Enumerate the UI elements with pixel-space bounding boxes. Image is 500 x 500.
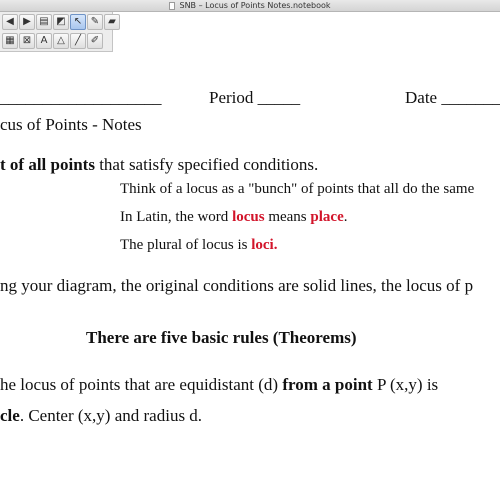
toolbar-row-1: ◀ ▶ ▤ ◩ ↖ ✎ ▰ (2, 14, 120, 30)
plural-line: The plural of locus is loci. (120, 237, 277, 254)
rule1-bold: from a point (282, 375, 373, 394)
think-line: Think of a locus as a "bunch" of points … (120, 181, 475, 197)
insert-page-button[interactable]: ▤ (36, 14, 52, 30)
rules-heading: There are five basic rules (Theorems) (86, 328, 357, 347)
period-label: Period _____ (209, 88, 301, 107)
plural-red-loci: loci. (251, 237, 278, 253)
floating-toolbar: ◀ ▶ ▤ ◩ ↖ ✎ ▰ ▦ ⊠ A △ ╱ ✐ (0, 12, 120, 52)
latin-text-2: means (264, 209, 311, 225)
page-back-icon: ◀ (6, 16, 14, 27)
shapes-icon: △ (57, 35, 65, 46)
insert-page-icon: ▤ (39, 16, 49, 27)
screen-shade-icon: ◩ (56, 16, 66, 27)
page-back-button[interactable]: ◀ (2, 14, 18, 30)
shapes-button[interactable]: △ (53, 33, 69, 49)
page-forward-button[interactable]: ▶ (19, 14, 35, 30)
rule1b-text: . Center (x,y) and radius d. (19, 406, 203, 425)
creative-pen-icon: ✐ (90, 35, 100, 46)
definition-bold-text: of all points (5, 155, 95, 174)
eraser-button[interactable]: ▰ (104, 14, 120, 30)
rule1-continuation: cle. Center (x,y) and radius d. (0, 406, 202, 426)
rule1-line: he locus of points that are equidistant … (0, 375, 438, 395)
text-icon: A (40, 35, 48, 46)
select-pointer-icon: ↖ (73, 16, 83, 27)
text-button[interactable]: A (36, 33, 52, 49)
fill-icon: ⊠ (22, 35, 32, 46)
latin-red-place: place (310, 209, 344, 225)
latin-text-3: . (343, 209, 348, 225)
select-pointer-button[interactable]: ↖ (70, 14, 86, 30)
screen-shade-button[interactable]: ◩ (53, 14, 69, 30)
creative-pen-button[interactable]: ✐ (87, 33, 103, 49)
fill-button[interactable]: ⊠ (19, 33, 35, 49)
date-label: Date ________ (405, 88, 500, 107)
window-titlebar[interactable]: SNB – Locus of Points Notes.notebook (0, 0, 500, 12)
eraser-icon: ▰ (108, 16, 116, 27)
document-icon (169, 1, 176, 10)
diagram-line: ng your diagram, the original conditions… (0, 276, 474, 295)
window-title: SNB – Locus of Points Notes.notebook (179, 1, 331, 10)
rule1b-bold: cle (0, 406, 20, 425)
table-button[interactable]: ▦ (2, 33, 18, 49)
line-button[interactable]: ╱ (70, 33, 86, 49)
toolbar-row-2: ▦ ⊠ A △ ╱ ✐ (2, 33, 103, 49)
table-icon: ▦ (5, 35, 15, 46)
plural-text: The plural of locus is (120, 237, 252, 253)
name-blank: ___________________ (0, 88, 162, 107)
pen-button[interactable]: ✎ (87, 14, 103, 30)
latin-red-locus: locus (232, 209, 265, 225)
line-icon: ╱ (74, 35, 82, 46)
rule1-text-2: P (x,y) is (372, 375, 439, 394)
definition-text: that satisfy specified conditions. (94, 155, 319, 174)
definition-line: t of all points that satisfy specified c… (0, 155, 318, 175)
latin-line: In Latin, the word locus means place. (120, 209, 347, 226)
page-heading: cus of Points - Notes (0, 115, 142, 134)
latin-text-1: In Latin, the word (120, 209, 233, 225)
pen-icon: ✎ (90, 16, 100, 27)
page-forward-icon: ▶ (23, 16, 31, 27)
rule1-text-1: he locus of points that are equidistant … (0, 375, 283, 394)
notebook-page: ___________________ Period _____ Date __… (0, 0, 500, 500)
